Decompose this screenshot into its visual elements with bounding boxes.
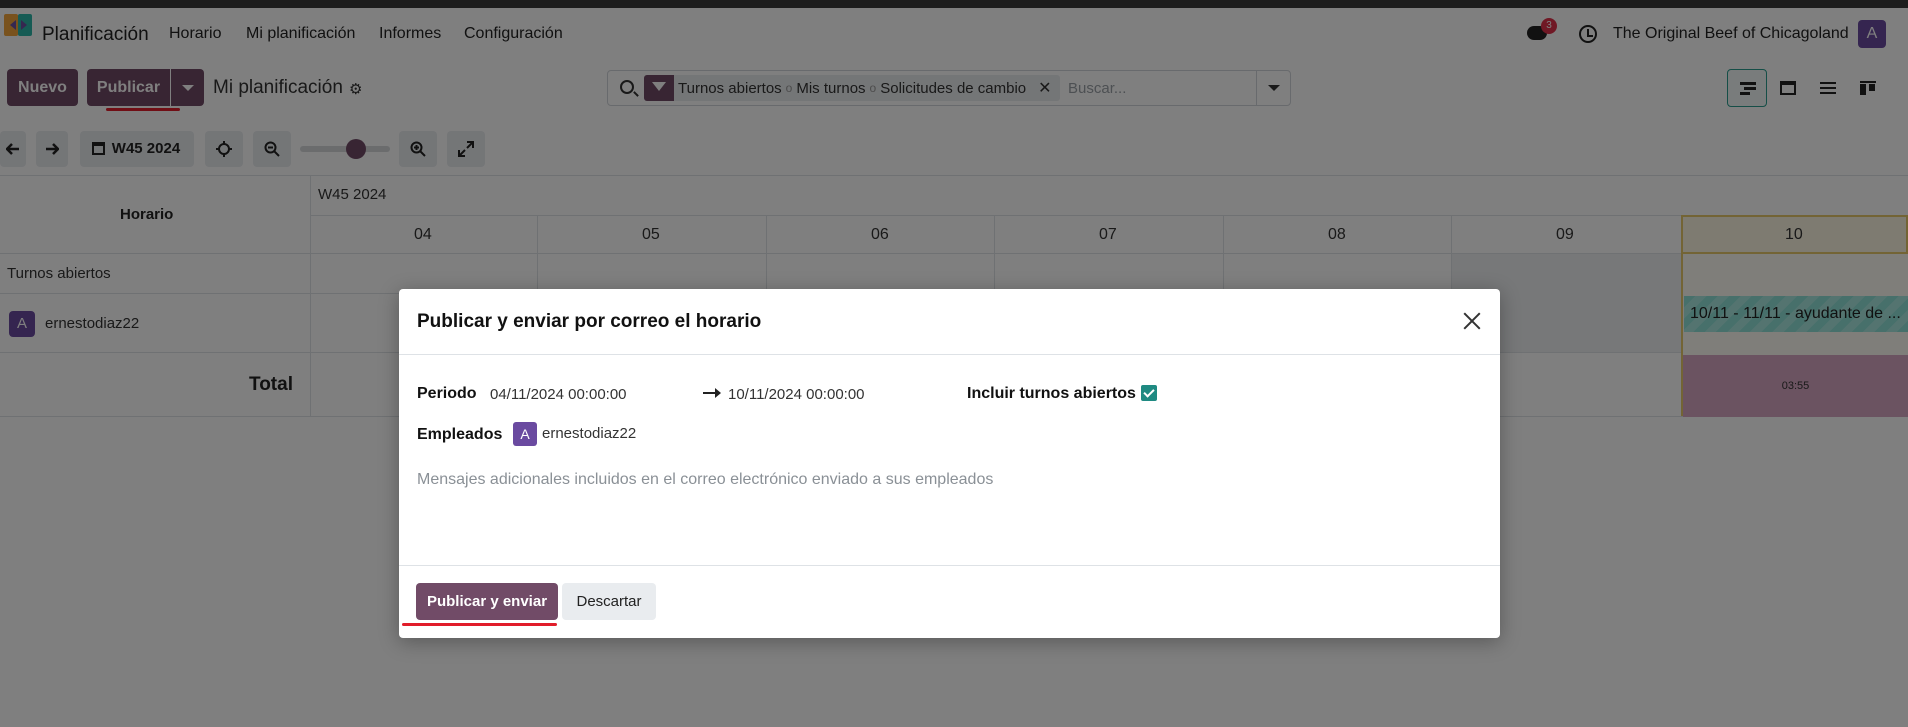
- close-icon[interactable]: [1462, 311, 1482, 331]
- arrow-right-icon: [703, 388, 721, 398]
- period-end-field[interactable]: 10/11/2024 00:00:00: [728, 386, 865, 403]
- include-open-shifts-checkbox[interactable]: [1141, 385, 1157, 401]
- publish-send-highlight-underline: [402, 623, 557, 626]
- period-start-field[interactable]: 04/11/2024 00:00:00: [490, 386, 627, 403]
- include-open-shifts-label: Incluir turnos abiertos: [967, 385, 1136, 402]
- dialog-header: Publicar y enviar por correo el horario: [399, 289, 1500, 355]
- publish-and-send-button[interactable]: Publicar y enviar: [416, 583, 558, 620]
- period-label: Periodo: [417, 385, 477, 402]
- discard-button[interactable]: Descartar: [562, 583, 656, 620]
- employee-avatar: A: [513, 422, 537, 446]
- message-textarea[interactable]: Mensajes adicionales incluidos en el cor…: [417, 471, 993, 489]
- employee-tag[interactable]: ernestodiaz22: [542, 425, 636, 442]
- dialog-footer: Publicar y enviar Descartar: [399, 565, 1500, 638]
- publish-dialog: Publicar y enviar por correo el horario …: [399, 289, 1500, 638]
- employees-label: Empleados: [417, 426, 503, 443]
- dialog-title: Publicar y enviar por correo el horario: [417, 311, 762, 332]
